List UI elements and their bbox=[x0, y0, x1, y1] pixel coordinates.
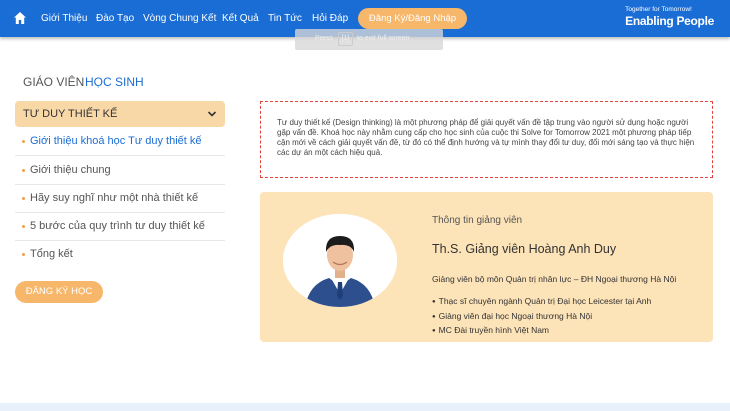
bullet-icon bbox=[22, 253, 25, 256]
teacher-role: Giảng viên bộ môn Quản trị nhân lực – ĐH… bbox=[432, 274, 677, 284]
sidebar-item-label: Tổng kết bbox=[30, 248, 73, 260]
sidebar-item-label: 5 bước của quy trình tư duy thiết kế bbox=[30, 220, 205, 232]
fullscreen-hint-prefix: Press bbox=[315, 35, 333, 42]
sidebar-item-label: Giới thiệu khoá học Tư duy thiết kế bbox=[30, 135, 202, 147]
teacher-name: Th.S. Giảng viên Hoàng Anh Duy bbox=[432, 242, 617, 256]
sidebar-item-course-intro[interactable]: Giới thiệu khoá học Tư duy thiết kế bbox=[15, 128, 225, 156]
course-section-title: TƯ DUY THIẾT KẾ bbox=[23, 108, 118, 120]
fullscreen-hint-suffix: to exit full screen bbox=[357, 35, 410, 42]
chevron-down-icon[interactable] bbox=[207, 109, 217, 119]
sidebar-item-label: Giới thiệu chung bbox=[30, 164, 111, 176]
credential-item: Thạc sĩ chuyên ngành Quản trị Đại học Le… bbox=[432, 295, 652, 310]
sidebar-item-general-intro[interactable]: Giới thiệu chung bbox=[15, 157, 225, 185]
footer-strip bbox=[0, 403, 730, 411]
teacher-photo bbox=[283, 214, 397, 307]
nav-gioi-thieu[interactable]: Giới Thiệu bbox=[41, 13, 87, 24]
brand-tagline: Together for Tomorrow! bbox=[625, 6, 692, 13]
nav-ket-qua[interactable]: Kết Quả bbox=[222, 13, 259, 24]
bullet-icon bbox=[22, 140, 25, 143]
teacher-caption: Thông tin giảng viên bbox=[432, 215, 523, 226]
nav-hoi-dap[interactable]: Hỏi Đáp bbox=[312, 13, 348, 24]
sidebar-item-think-like-designer[interactable]: Hãy suy nghĩ như một nhà thiết kế bbox=[15, 185, 225, 213]
credential-item: Giảng viên đại học Ngoại thương Hà Nội bbox=[432, 310, 651, 325]
sidebar-item-five-steps[interactable]: 5 bước của quy trình tư duy thiết kế bbox=[15, 213, 225, 241]
register-course-button[interactable]: ĐĂNG KÝ HỌC bbox=[15, 281, 103, 303]
home-icon[interactable] bbox=[13, 11, 27, 25]
sidebar-item-summary[interactable]: Tổng kết bbox=[15, 241, 225, 269]
brand-logo[interactable]: Together for Tomorrow! Enabling People bbox=[625, 6, 714, 28]
bullet-icon bbox=[22, 197, 25, 200]
tab-teacher[interactable]: GIÁO VIÊN bbox=[23, 75, 84, 89]
course-accordion-header[interactable]: TƯ DUY THIẾT KẾ bbox=[15, 101, 225, 127]
credential-item: MC Đài truyền hình Việt Nam bbox=[432, 324, 651, 339]
bullet-icon bbox=[22, 169, 25, 172]
fullscreen-hint-key: [1] bbox=[338, 32, 353, 46]
course-intro-text: Tư duy thiết kế (Design thinking) là một… bbox=[277, 118, 695, 157]
login-register-button[interactable]: Đăng Ký/Đăng Nhập bbox=[358, 8, 467, 29]
sidebar-item-label: Hãy suy nghĩ như một nhà thiết kế bbox=[30, 192, 199, 204]
teacher-credentials: Thạc sĩ chuyên ngành Quản trị Đại học Le… bbox=[432, 295, 652, 339]
teacher-info-card: Thông tin giảng viên Th.S. Giảng viên Ho… bbox=[260, 192, 713, 342]
nav-tin-tuc[interactable]: Tin Tức bbox=[268, 13, 302, 24]
brand-name: Enabling People bbox=[625, 13, 714, 28]
bullet-icon bbox=[22, 225, 25, 228]
fullscreen-hint: Press [1] to exit full screen bbox=[295, 29, 443, 50]
nav-dao-tao[interactable]: Đào Tạo bbox=[96, 13, 134, 24]
tab-student[interactable]: HỌC SINH bbox=[85, 75, 144, 89]
nav-vong-chung-ket[interactable]: Vòng Chung Kết bbox=[143, 13, 216, 24]
course-intro-box: Tư duy thiết kế (Design thinking) là một… bbox=[260, 101, 713, 178]
